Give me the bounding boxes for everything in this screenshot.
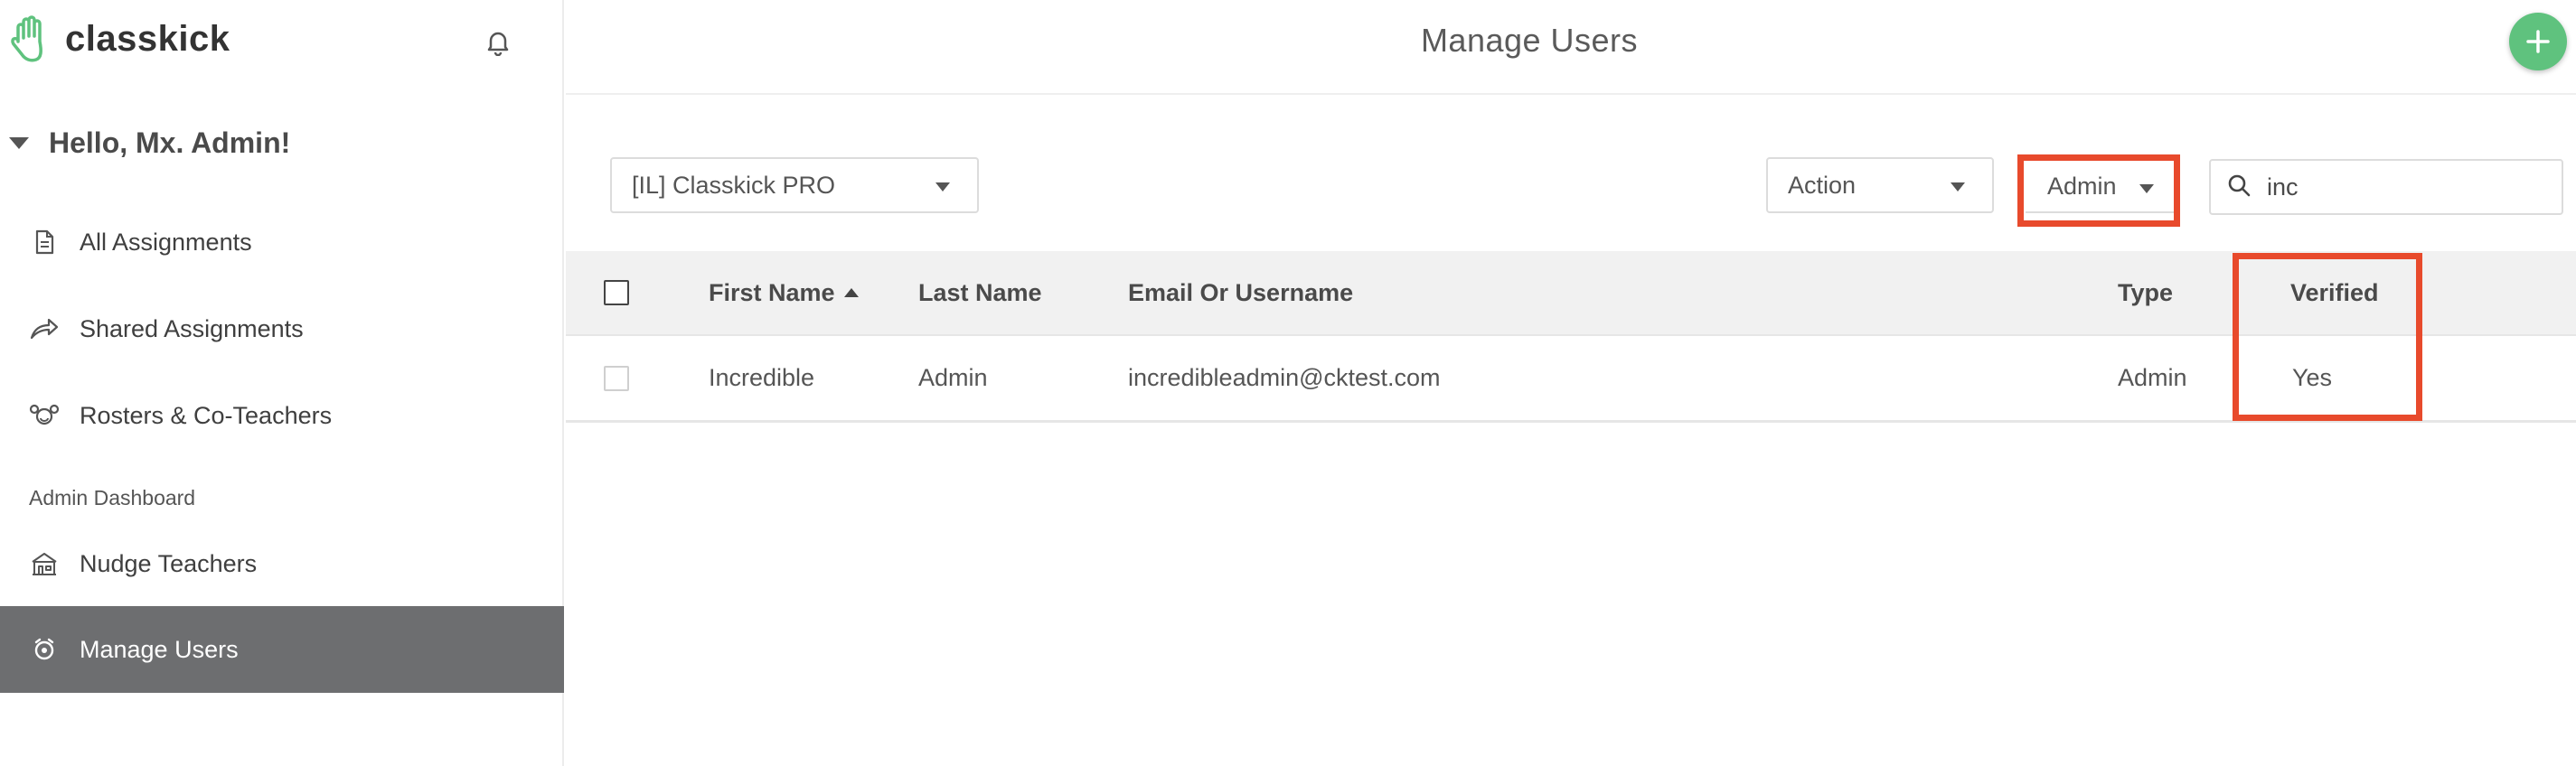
caret-down-icon (9, 137, 29, 149)
select-all-checkbox[interactable] (604, 280, 629, 305)
select-all-cell (604, 251, 629, 334)
column-header-email[interactable]: Email Or Username (1128, 251, 1353, 334)
sort-ascending-icon (843, 288, 859, 297)
page-header: Manage Users (566, 0, 2576, 95)
search-box[interactable] (2209, 159, 2563, 215)
plus-icon (2526, 30, 2550, 53)
sidebar-item-label: Shared Assignments (80, 314, 304, 342)
sidebar-item-rosters[interactable]: Rosters & Co-Teachers (0, 372, 564, 459)
roster-icon (29, 400, 60, 431)
column-header-last-name[interactable]: Last Name (918, 251, 1042, 334)
chevron-down-icon (935, 182, 950, 192)
greeting-text: Hello, Mx. Admin! (49, 126, 291, 159)
classkick-logo[interactable]: classkick (9, 14, 230, 63)
row-select-cell (604, 336, 629, 420)
action-select[interactable]: Action (1766, 157, 1994, 213)
row-checkbox[interactable] (604, 365, 629, 391)
sidebar-item-nudge-teachers[interactable]: Nudge Teachers (0, 520, 564, 607)
school-building-icon (29, 548, 60, 579)
sidebar-item-label: Nudge Teachers (80, 549, 258, 577)
column-header-label: Email Or Username (1128, 278, 1354, 306)
cell-last-name: Admin (918, 364, 988, 391)
logo-text: classkick (65, 18, 230, 59)
bell-icon[interactable] (485, 29, 511, 61)
cell-first-name: Incredible (709, 364, 815, 391)
column-header-label: Type (2118, 278, 2174, 306)
admin-dashboard-section-label: Admin Dashboard (29, 486, 196, 509)
verified-column-highlight (2233, 253, 2422, 421)
column-header-label: Last Name (918, 278, 1042, 306)
sidebar-item-label: All Assignments (80, 228, 252, 256)
cell-email: incredibleadmin@cktest.com (1128, 364, 1441, 391)
add-user-button[interactable] (2509, 13, 2567, 70)
sidebar-item-manage-users[interactable]: Manage Users (0, 606, 564, 693)
cell-type: Admin (2118, 364, 2187, 391)
sidebar: classkick Hello, Mx. Admin! All Assignme… (0, 0, 564, 766)
chevron-down-icon (1951, 182, 1965, 192)
sidebar-item-all-assignments[interactable]: All Assignments (0, 199, 564, 285)
sidebar-item-shared-assignments[interactable]: Shared Assignments (0, 285, 564, 372)
action-select-value: Action (1788, 171, 1857, 199)
sidebar-item-label: Manage Users (80, 635, 239, 663)
column-header-label: First Name (709, 278, 835, 306)
column-header-first-name[interactable]: First Name (709, 251, 859, 334)
search-icon (2227, 173, 2251, 201)
page-title: Manage Users (1420, 22, 1639, 59)
document-icon (29, 227, 60, 257)
role-filter-highlight (2017, 154, 2180, 227)
organization-select[interactable]: [IL] Classkick PRO (610, 157, 979, 213)
sidebar-item-label: Rosters & Co-Teachers (80, 401, 333, 429)
column-header-type[interactable]: Type (2118, 251, 2173, 334)
search-input[interactable] (2267, 173, 2538, 201)
organization-select-value: [IL] Classkick PRO (632, 171, 836, 199)
share-arrow-icon (29, 313, 60, 344)
manage-users-icon (29, 634, 60, 665)
hand-logo-icon (11, 15, 42, 62)
user-menu-toggle[interactable]: Hello, Mx. Admin! (9, 126, 290, 160)
